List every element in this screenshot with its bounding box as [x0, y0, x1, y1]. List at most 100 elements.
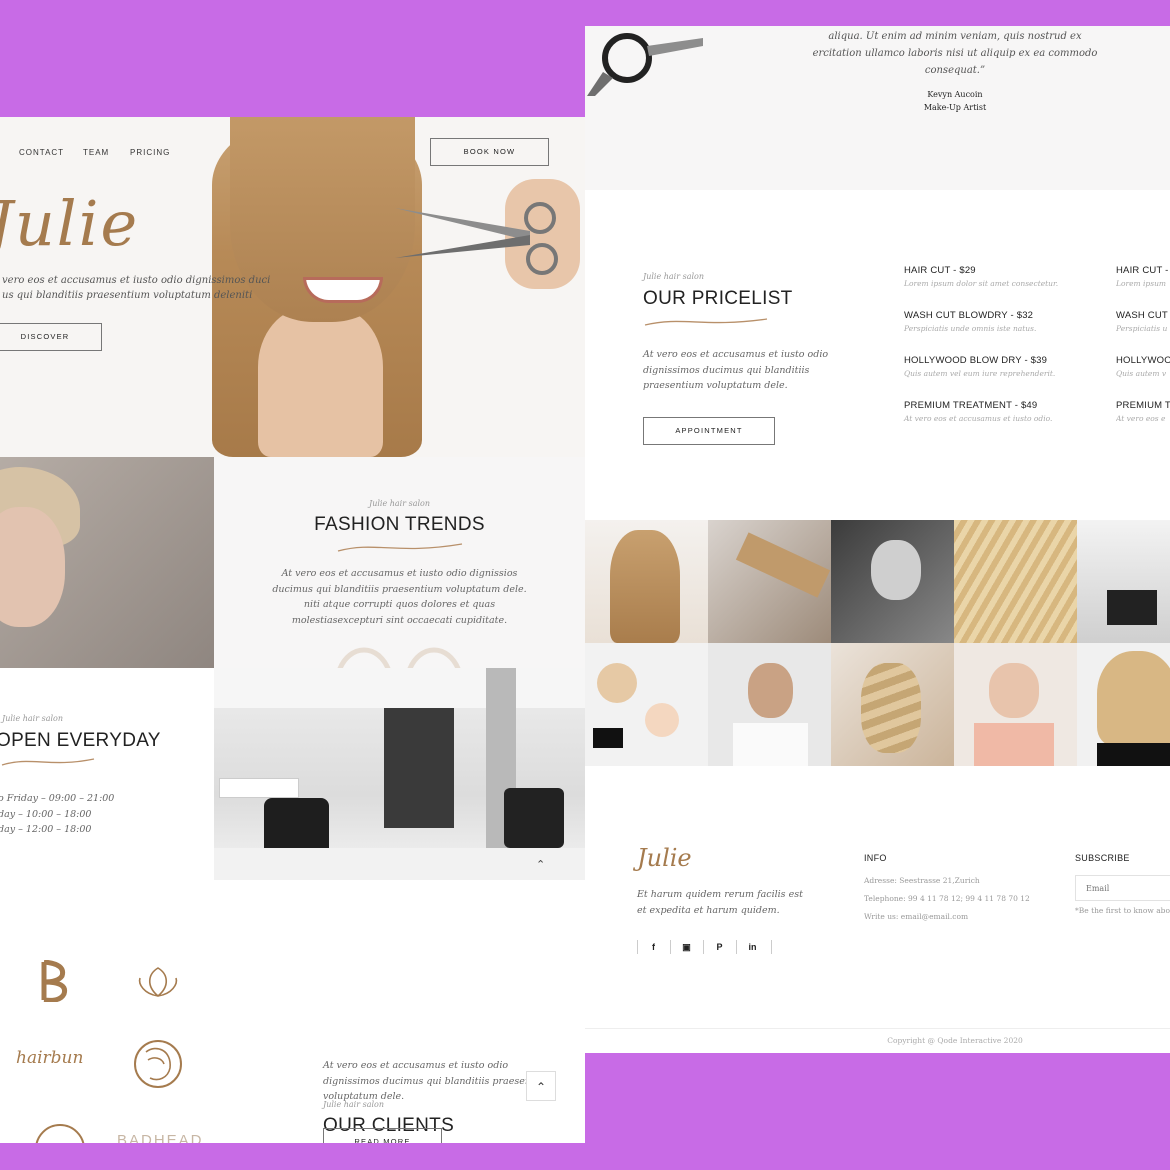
- book-now-button[interactable]: BOOK NOW: [430, 138, 549, 166]
- hours-line: o Friday – 09:00 – 21:00: [0, 793, 115, 804]
- copyright: Copyright @ Qode Interactive 2020: [887, 1036, 1023, 1045]
- fashion-text: At vero eos et accusamus et iusto odio d…: [214, 566, 585, 628]
- quote-line: ercitation ullamco laboris nisi ut aliqu…: [812, 48, 1098, 59]
- price-name: PREMIUM TREATMENT - $49: [904, 400, 1038, 411]
- gallery-image[interactable]: [708, 520, 831, 643]
- subscribe-title: SUBSCRIBE: [1075, 853, 1130, 863]
- hair: [610, 530, 680, 643]
- footer-logo: Julie: [637, 844, 692, 872]
- client-logo-hairbun: hairbun: [16, 1048, 84, 1068]
- telephone: Telephone: 99 4 11 78 12; 99 4 11 78 70 …: [864, 894, 1030, 903]
- discover-button[interactable]: DISCOVER: [0, 323, 102, 351]
- price-name: WASH CUT: [1116, 310, 1168, 321]
- testimonial-section: aliqua. Ut enim ad minim veniam, quis no…: [585, 26, 1170, 190]
- nav-pricing[interactable]: PRICING: [130, 148, 170, 157]
- mirror: [645, 703, 679, 737]
- info-title: INFO: [864, 853, 887, 863]
- client-logo-swirl-icon: [35, 1124, 85, 1143]
- gallery-image[interactable]: [831, 520, 954, 643]
- gallery-image[interactable]: [1077, 520, 1170, 643]
- footer-tagline: Et harum quidem rerum facilis est et exp…: [637, 887, 803, 918]
- nav-team[interactable]: TEAM: [83, 148, 109, 157]
- doorway: [384, 708, 454, 828]
- gallery-image[interactable]: [954, 643, 1077, 766]
- gallery-image[interactable]: [585, 520, 708, 643]
- gallery-image[interactable]: [1077, 643, 1170, 766]
- pricelist-text-line: dignissimos ducimus qui blanditiis: [643, 364, 810, 376]
- read-more-button[interactable]: READ MORE: [323, 1128, 442, 1143]
- salon-chair: [1107, 590, 1157, 625]
- hours-line: day – 10:00 – 18:00: [0, 808, 92, 820]
- subscribe-email-input[interactable]: [1075, 875, 1170, 901]
- footer-divider: [585, 1028, 1170, 1029]
- fashion-model-image: [0, 457, 214, 668]
- appointment-button[interactable]: APPOINTMENT: [643, 417, 775, 445]
- clients-text: At vero eos et accusamus et iusto odio d…: [323, 1058, 553, 1105]
- subscribe-note: *Be the first to know abo: [1075, 906, 1170, 915]
- home-page-preview: CONTACT TEAM PRICING BOOK NOW Julie vero…: [0, 117, 585, 1143]
- gallery-image[interactable]: [954, 520, 1077, 643]
- client-logo-face-icon: [134, 1040, 182, 1088]
- price-item: WASH CUT BLOWDRY - $32 Perspiciatis unde …: [904, 310, 1094, 355]
- client-logo-b-icon: [41, 960, 68, 1002]
- price-name: HAIR CUT - $29: [904, 265, 976, 276]
- facebook-icon[interactable]: f: [637, 940, 669, 954]
- gallery-image[interactable]: [831, 643, 954, 766]
- opening-hours: o Friday – 09:00 – 21:00 day – 10:00 – 1…: [0, 791, 114, 838]
- squiggle-divider-icon: [1, 758, 95, 766]
- price-desc: Perspiciatis u: [1116, 324, 1168, 333]
- fashion-text-line: ducimus qui blanditiis praesentium volup…: [272, 583, 527, 595]
- price-name: HAIR CUT -: [1116, 265, 1169, 276]
- fashion-title: FASHION TRENDS: [314, 514, 485, 535]
- floor: [214, 848, 585, 880]
- clients-text-line: voluptatum dele.: [323, 1091, 405, 1102]
- hours-line: day – 12:00 – 18:00: [0, 824, 92, 835]
- price-desc: At vero eos et accusamus et iusto odio.: [904, 414, 1053, 423]
- email-link[interactable]: Write us: email@email.com: [864, 908, 1030, 926]
- testimonial-author: Kevyn Aucoin: [927, 90, 983, 99]
- wash-chair: [504, 788, 564, 848]
- salon-counter: [219, 778, 299, 798]
- face: [871, 540, 921, 600]
- price-desc: At vero eos e: [1116, 414, 1166, 423]
- brush: [597, 663, 637, 703]
- open-title: OPEN EVERYDAY: [0, 730, 161, 751]
- sweater: [974, 723, 1054, 766]
- price-name: WASH CUT BLOWDRY - $32: [904, 310, 1034, 321]
- squiggle-divider-icon: [644, 318, 768, 326]
- face: [989, 663, 1039, 718]
- hair-strand: [735, 532, 831, 598]
- pricelist-text-line: praesentium voluptatum dele.: [643, 380, 788, 391]
- model-face: [258, 307, 383, 457]
- price-name: HOLLYWOO: [1116, 355, 1170, 366]
- price-desc: Perspiciatis unde omnis iste natus.: [904, 324, 1037, 333]
- price-item: HAIR CUT - $29 Lorem ipsum dolor sit amet…: [904, 265, 1094, 310]
- scroll-to-top-button[interactable]: ⌃: [526, 1071, 556, 1101]
- address: Adresse: Seestrasse 21,Zurich: [864, 876, 980, 885]
- pricing-page-preview: aliqua. Ut enim ad minim veniam, quis no…: [585, 26, 1170, 1053]
- fashion-text-line: molestiasexcepturi sint occaecati cupidi…: [291, 614, 508, 626]
- testimonial-quote: aliqua. Ut enim ad minim veniam, quis no…: [585, 28, 1170, 79]
- pricelist-eyebrow: Julie hair salon: [643, 272, 705, 281]
- price-desc: Quis autem v: [1116, 369, 1167, 378]
- gallery-image[interactable]: [708, 643, 831, 766]
- chevron-up-icon[interactable]: ⌃: [536, 858, 545, 871]
- scissors-icon: [395, 202, 558, 275]
- hero-text-line: us qui blanditiis praesentium voluptatum…: [2, 290, 253, 301]
- instagram-icon[interactable]: ▣: [670, 940, 702, 954]
- nav-contact[interactable]: CONTACT: [19, 148, 64, 157]
- pinterest-icon[interactable]: P: [703, 940, 735, 954]
- salon-interior-image: ⌃: [214, 668, 585, 880]
- face: [748, 663, 793, 718]
- squiggle-divider-icon: [337, 543, 463, 552]
- fashion-text-line: At vero eos et accusamus et iusto odio d…: [281, 568, 518, 579]
- tagline-line: et expedita et harum quidem.: [637, 904, 780, 916]
- testimonial-author-block: Kevyn Aucoin Make-Up Artist: [585, 88, 1170, 114]
- fashion-text-line: niti atque corrupti quos dolores et quas: [303, 599, 496, 610]
- braid: [861, 663, 921, 753]
- model-face: [0, 507, 65, 627]
- price-column-1: HAIR CUT - $29 Lorem ipsum dolor sit amet…: [904, 265, 1094, 445]
- linkedin-icon[interactable]: in: [736, 940, 768, 954]
- gallery-image[interactable]: [585, 643, 708, 766]
- dryer: [593, 728, 623, 748]
